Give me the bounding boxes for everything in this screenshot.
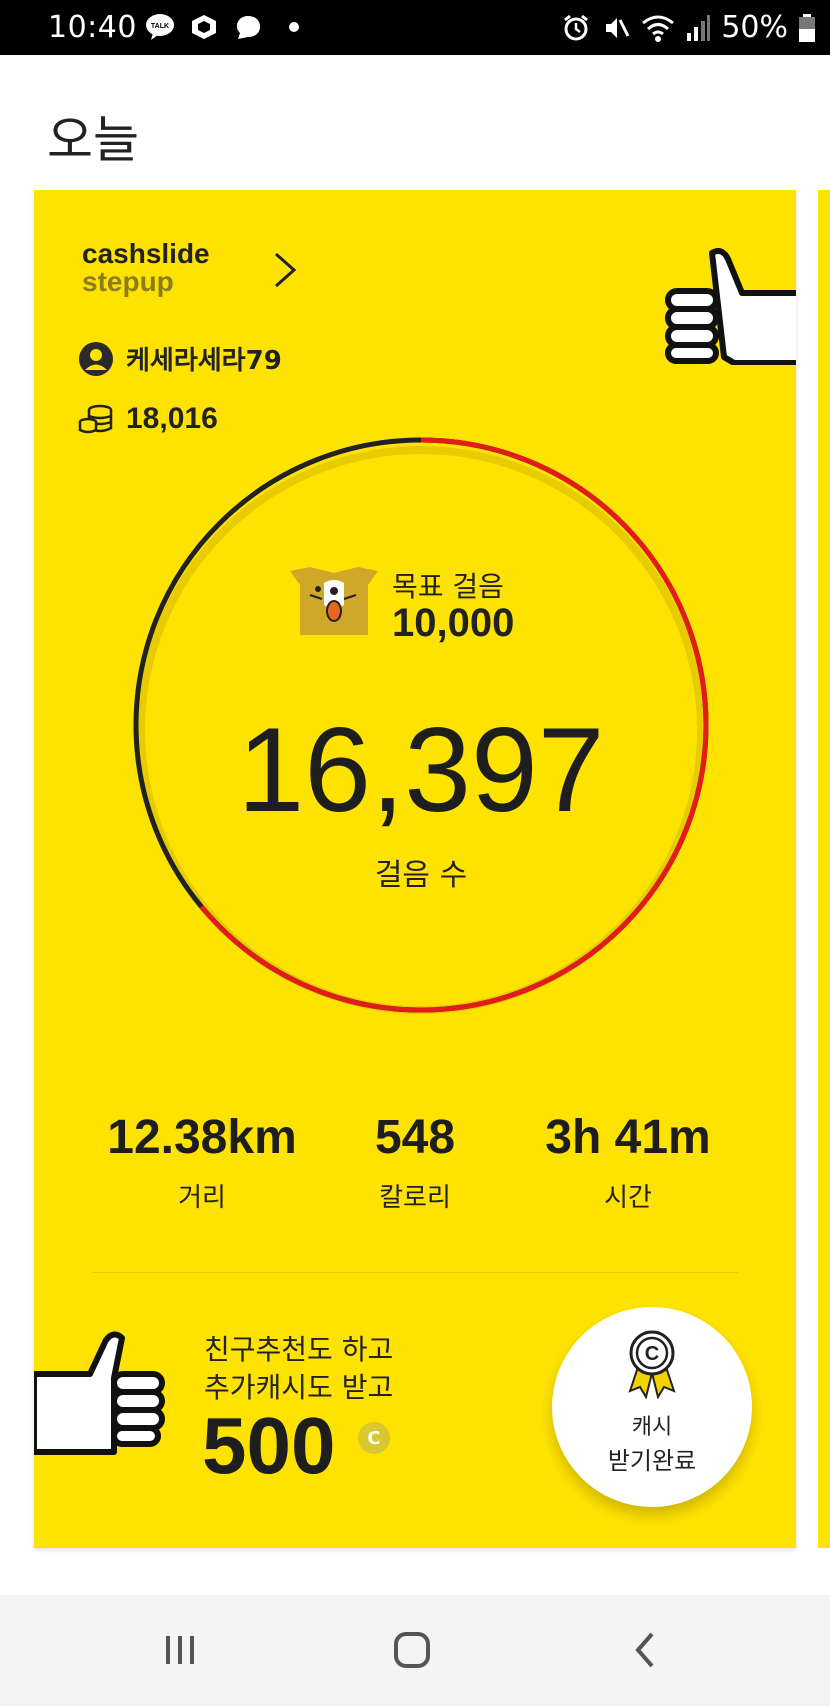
kakaotalk-icon: TALK xyxy=(145,12,175,42)
home-icon xyxy=(394,1632,430,1668)
more-notifications-dot xyxy=(289,22,299,32)
reward-line2: 받기완료 xyxy=(607,1447,697,1475)
goal-label: 목표 걸음 xyxy=(392,570,504,603)
step-count-label: 걸음 수 xyxy=(374,858,468,893)
battery-percent: 50% xyxy=(721,10,788,45)
goal-value: 10,000 xyxy=(392,601,515,645)
chevron-right-icon[interactable] xyxy=(266,250,306,290)
stats-row: 12.38km 거리 548 칼로리 3h 41m 시간 xyxy=(34,1110,796,1220)
mute-icon xyxy=(606,17,630,38)
user-avatar-icon xyxy=(79,341,113,376)
thumbs-up-promo-illustration xyxy=(34,1331,165,1455)
alarm-icon xyxy=(564,14,589,40)
cash-unit-badge: C xyxy=(358,1422,390,1454)
navigation-bar xyxy=(0,1595,830,1706)
dog-mascot-icon xyxy=(290,567,378,635)
step-card: cashslide stepup 케세라세라79 18,016 목표 걸음 10… xyxy=(34,190,796,1548)
stat-time-label: 시간 xyxy=(604,1183,652,1213)
chat-bubble-icon xyxy=(233,12,263,42)
recent-apps-button[interactable] xyxy=(150,1625,210,1675)
recent-apps-icon xyxy=(166,1636,194,1664)
status-time: 10:40 xyxy=(48,10,137,45)
medal-symbol: C xyxy=(645,1343,659,1365)
page-title: 오늘 xyxy=(47,111,139,169)
divider xyxy=(92,1272,738,1273)
promo-amount: 500 xyxy=(202,1401,336,1490)
status-notification-icons: TALK xyxy=(145,12,299,42)
step-count: 16,397 xyxy=(237,703,605,837)
next-card-peek[interactable] xyxy=(818,190,830,1548)
medal-icon: C xyxy=(628,1330,676,1399)
back-button[interactable] xyxy=(615,1625,675,1675)
goal-section: 목표 걸음 10,000 xyxy=(290,565,590,655)
coin-stack-icon xyxy=(78,404,113,434)
brand-line2: stepup xyxy=(82,266,174,297)
wifi-icon xyxy=(642,15,675,42)
home-button[interactable] xyxy=(382,1625,442,1675)
reward-line1: 캐시 xyxy=(631,1415,673,1440)
talk-badge-text: TALK xyxy=(151,23,169,30)
back-icon xyxy=(635,1632,654,1668)
receive-cash-button[interactable]: C 캐시 받기완료 xyxy=(552,1307,752,1507)
status-system-icons: 50% xyxy=(561,10,816,45)
thumbs-up-illustration xyxy=(665,248,796,365)
cube-app-icon xyxy=(189,12,219,42)
signal-icon xyxy=(687,14,711,41)
brand-logo[interactable]: cashslide stepup xyxy=(82,240,210,296)
stat-time: 3h 41m 시간 xyxy=(498,1110,758,1214)
stat-time-value: 3h 41m xyxy=(545,1111,711,1164)
promo-line1[interactable]: 친구추천도 하고 xyxy=(204,1328,393,1368)
user-row: 케세라세라79 xyxy=(78,340,282,377)
username: 케세라세라79 xyxy=(126,346,282,376)
battery-icon xyxy=(799,13,815,42)
status-bar: 10:40 TALK 50% xyxy=(0,0,830,55)
brand-line1: cashslide xyxy=(82,238,210,269)
